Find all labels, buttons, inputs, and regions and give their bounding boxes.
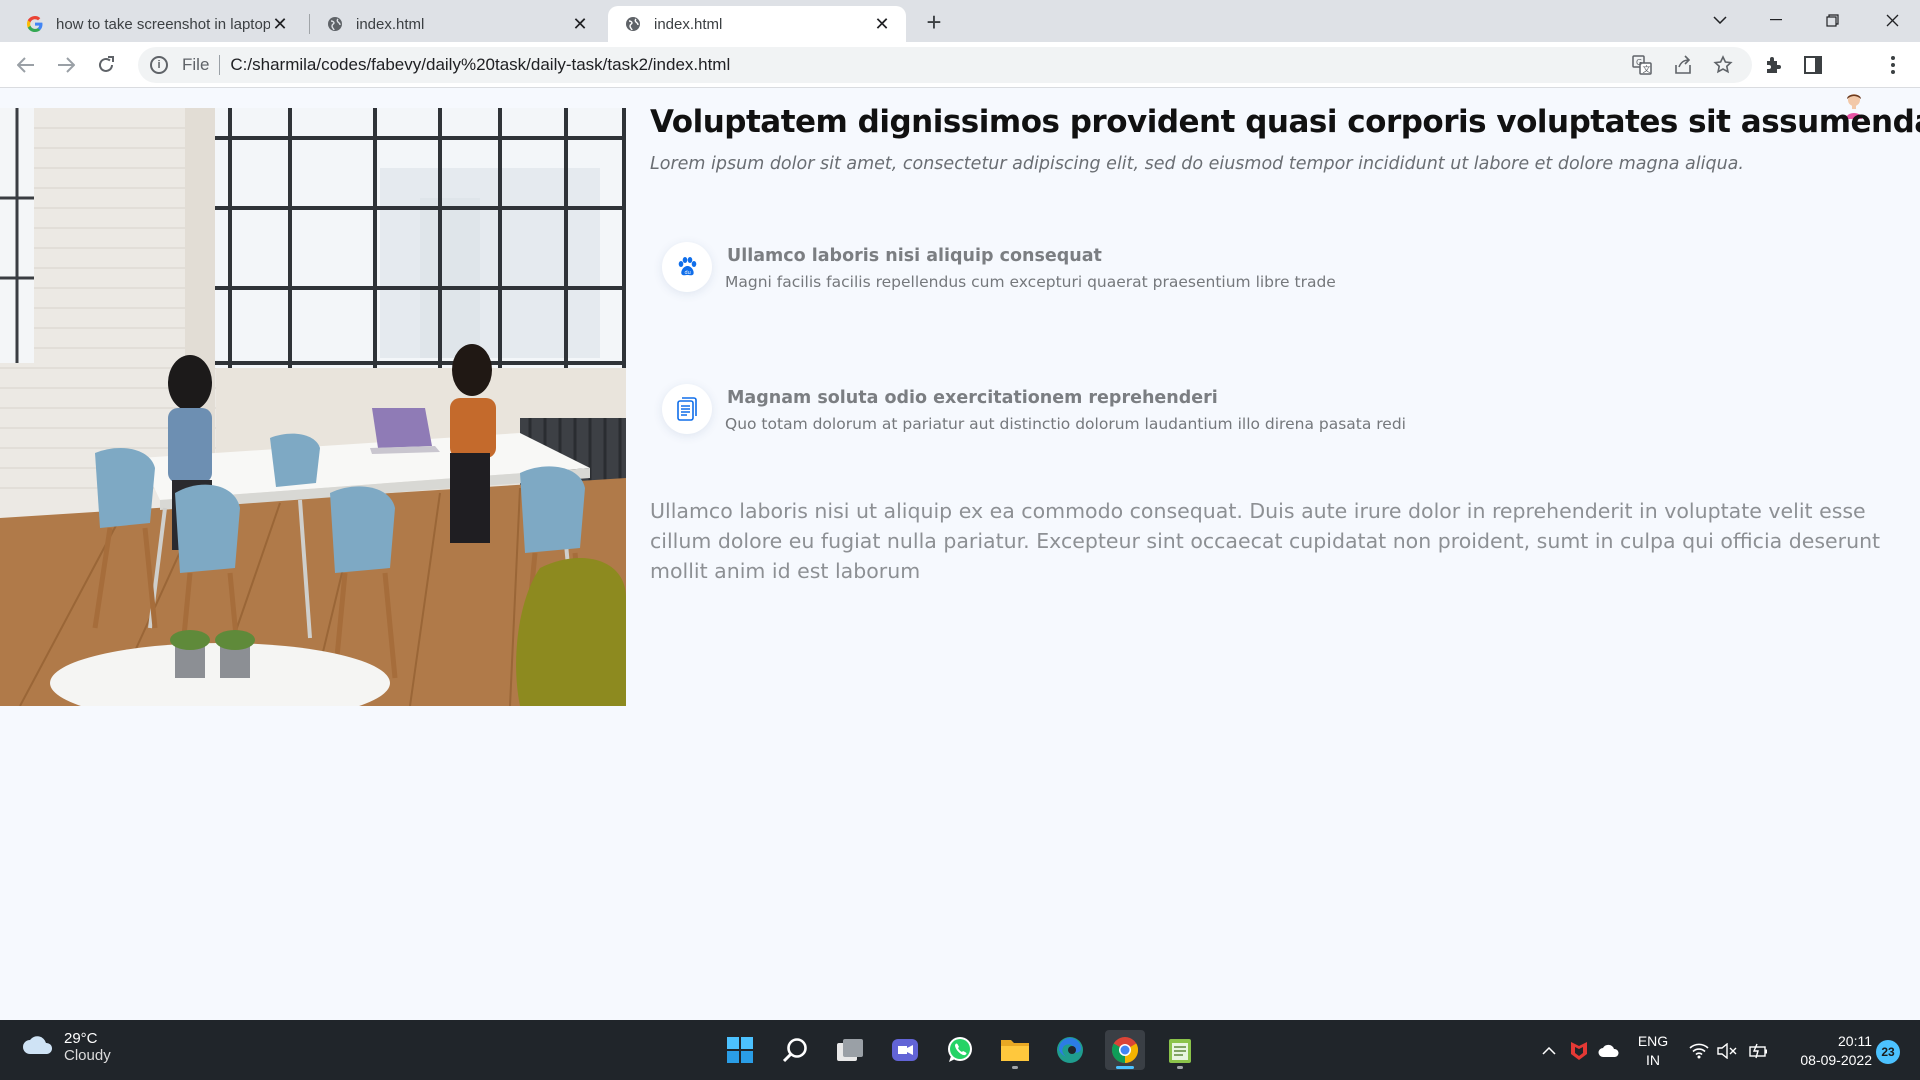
translate-icon[interactable]: G文 [1629, 52, 1655, 78]
cloud-icon [22, 1034, 54, 1061]
address-bar[interactable]: i File C:/sharmila/codes/fabevy/daily%20… [138, 47, 1752, 83]
url-text[interactable]: C:/sharmila/codes/fabevy/daily%20task/da… [230, 55, 730, 75]
close-tab-icon[interactable]: ✕ [270, 14, 290, 34]
globe-icon [326, 15, 344, 33]
menu-icon[interactable] [1880, 52, 1906, 78]
notification-badge[interactable]: 23 [1876, 1040, 1900, 1064]
windows-start-icon[interactable] [720, 1030, 760, 1070]
tab-index-active[interactable]: index.html ✕ [608, 6, 906, 42]
info-icon[interactable]: i [150, 56, 168, 74]
forward-icon[interactable] [50, 49, 82, 81]
tab-search-icon[interactable] [1692, 0, 1748, 40]
svg-text:du: du [685, 270, 691, 276]
wifi-icon[interactable] [1686, 1038, 1712, 1064]
body-paragraph: Ullamco laboris nisi ut aliquip ex ea co… [650, 499, 1881, 583]
main-content: Voluptatem dignissimos provident quasi c… [650, 104, 1920, 583]
weather-condition: Cloudy [64, 1047, 111, 1064]
tab-title: how to take screenshot in laptop [56, 15, 270, 33]
minimize-icon[interactable] [1748, 0, 1804, 40]
scheme-label: File [182, 55, 210, 74]
feature-description: Quo totam dolorum at pariatur aut distin… [725, 415, 1406, 433]
speaker-muted-icon[interactable] [1714, 1038, 1740, 1064]
file-explorer-icon[interactable] [995, 1030, 1035, 1070]
bookmark-star-icon[interactable] [1710, 52, 1736, 78]
running-indicator [1177, 1066, 1183, 1069]
restore-icon[interactable] [1804, 0, 1860, 40]
close-window-icon[interactable] [1864, 0, 1920, 40]
running-indicator [1116, 1066, 1134, 1069]
tab-title: index.html [356, 15, 425, 33]
side-panel-icon[interactable] [1800, 52, 1826, 78]
svg-text:G: G [1636, 58, 1642, 67]
paw-icon: du [662, 242, 712, 292]
reload-icon[interactable] [90, 49, 122, 81]
page-title: Voluptatem dignissimos provident quasi c… [650, 104, 1920, 140]
clock-time: 20:11 [1838, 1033, 1872, 1049]
feature-description: Magni facilis facilis repellendus cum ex… [725, 273, 1336, 291]
google-icon [26, 15, 44, 33]
close-tab-icon[interactable]: ✕ [872, 14, 892, 34]
whatsapp-icon[interactable] [940, 1030, 980, 1070]
edge-icon[interactable] [1050, 1030, 1090, 1070]
task-view-icon[interactable] [830, 1030, 870, 1070]
notepad-icon[interactable] [1160, 1030, 1200, 1070]
language-indicator[interactable]: ENG IN [1636, 1032, 1670, 1070]
windows-taskbar: 29°C Cloudy ENG IN 20:11 08-09-2022 23 [0, 1020, 1920, 1080]
chevron-up-icon[interactable] [1536, 1038, 1562, 1064]
svg-text:文: 文 [1643, 64, 1651, 74]
document-icon [662, 384, 712, 434]
tab-title: index.html [654, 15, 723, 33]
clock-date: 08-09-2022 [1800, 1052, 1872, 1068]
extensions-icon[interactable] [1760, 52, 1786, 78]
page-subtitle: Lorem ipsum dolor sit amet, consectetur … [650, 154, 1744, 174]
office-photo [0, 108, 626, 706]
browser-toolbar: i File C:/sharmila/codes/fabevy/daily%20… [0, 42, 1920, 119]
globe-icon [624, 15, 642, 33]
search-icon[interactable] [775, 1030, 815, 1070]
share-icon[interactable] [1670, 52, 1696, 78]
teams-chat-icon[interactable] [885, 1030, 925, 1070]
back-icon[interactable] [10, 49, 42, 81]
weather-temperature: 29°C [64, 1030, 98, 1047]
system-clock[interactable]: 20:11 08-09-2022 [1782, 1032, 1872, 1070]
feature-title: Ullamco laboris nisi aliquip consequat [727, 246, 1102, 266]
onedrive-cloud-icon[interactable] [1596, 1038, 1622, 1064]
language-region: IN [1646, 1052, 1660, 1068]
running-indicator [1012, 1066, 1018, 1069]
tab-index-1[interactable]: index.html ✕ [310, 6, 604, 42]
battery-icon[interactable] [1746, 1038, 1772, 1064]
address-divider [219, 55, 221, 75]
feature-title: Magnam soluta odio exercitationem repreh… [727, 388, 1218, 408]
weather-widget[interactable]: 29°C Cloudy [22, 1030, 111, 1064]
language-code: ENG [1637, 1033, 1669, 1049]
close-tab-icon[interactable]: ✕ [570, 14, 590, 34]
tab-google-search[interactable]: how to take screenshot in laptop ✕ [10, 6, 304, 42]
tab-strip: how to take screenshot in laptop ✕ index… [0, 0, 1920, 42]
new-tab-button[interactable]: + [918, 7, 950, 37]
chrome-icon[interactable] [1105, 1030, 1145, 1070]
mcafee-icon[interactable] [1566, 1038, 1592, 1064]
